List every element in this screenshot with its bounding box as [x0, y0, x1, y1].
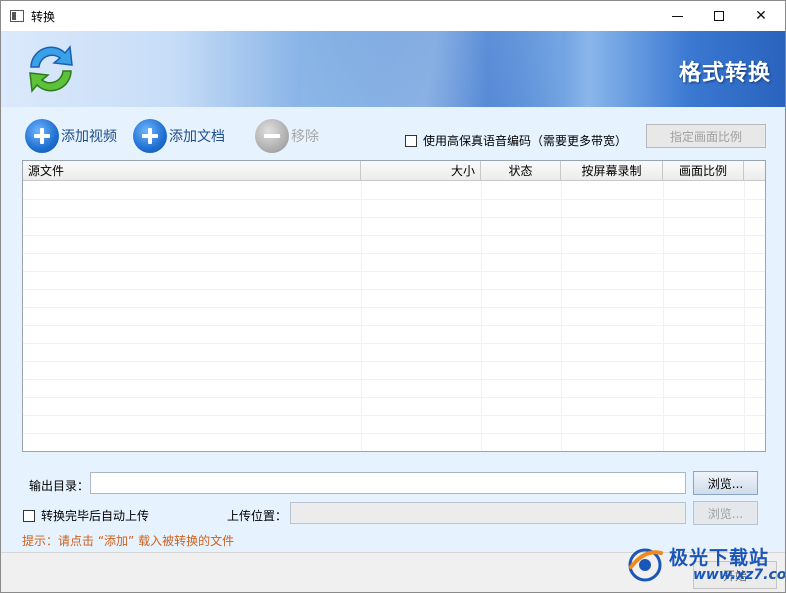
remove-button[interactable]: 移除: [255, 119, 319, 153]
upload-browse-button[interactable]: 浏览...: [693, 501, 758, 525]
maximize-button[interactable]: [698, 1, 740, 31]
minimize-button[interactable]: [656, 1, 698, 31]
add-video-label: 添加视频: [61, 129, 117, 145]
upload-location-label: 上传位置：: [227, 509, 288, 523]
file-table[interactable]: 源文件 大小 状态 按屏幕录制 画面比例: [22, 160, 766, 452]
plus-icon: [133, 119, 167, 153]
content-area: 添加视频 添加文档 移除 使用高保真语音编码（需要更多带宽） 指定画面比例 源文…: [1, 107, 785, 552]
add-document-label: 添加文档: [169, 129, 225, 145]
column-header-source-file[interactable]: 源文件: [23, 161, 361, 181]
column-header-size[interactable]: 大小: [361, 161, 481, 181]
main-window: 转换 ✕ 格式转换 添加视频 添加文档 移除 使用高保真语音编码（需要更多带宽）…: [0, 0, 786, 593]
column-header-screen-record[interactable]: 按屏幕录制: [561, 161, 663, 181]
minus-icon: [255, 119, 289, 153]
column-header-status[interactable]: 状态: [481, 161, 561, 181]
app-window-icon: [10, 10, 24, 22]
upload-location-input[interactable]: [290, 502, 686, 524]
hint-text: 提示：请点击 “添加” 载入被转换的文件: [22, 534, 235, 548]
minimize-icon: [671, 15, 683, 17]
auto-upload-label: 转换完毕后自动上传: [41, 509, 150, 523]
output-browse-button[interactable]: 浏览...: [693, 471, 758, 495]
hq-audio-label: 使用高保真语音编码（需要更多带宽）: [423, 134, 628, 148]
auto-upload-checkbox[interactable]: [23, 509, 35, 522]
refresh-arrows-icon: [29, 45, 73, 93]
remove-label: 移除: [291, 129, 319, 145]
site-watermark: 极光下载站 www.xz7.com: [625, 541, 785, 591]
add-video-button[interactable]: 添加视频: [25, 119, 117, 153]
window-title: 转换: [31, 10, 56, 24]
set-aspect-ratio-button[interactable]: 指定画面比例: [646, 124, 766, 148]
hq-audio-option[interactable]: 使用高保真语音编码（需要更多带宽）: [405, 132, 627, 149]
watermark-brand: 极光下载站: [669, 547, 770, 569]
close-icon: ✕: [755, 8, 767, 24]
header-banner: 格式转换: [1, 31, 785, 107]
title-bar: 转换 ✕: [1, 1, 785, 31]
column-header-aspect-ratio[interactable]: 画面比例: [663, 161, 744, 181]
aurora-logo-icon: [628, 548, 663, 582]
table-body: [23, 181, 765, 451]
auto-upload-option[interactable]: 转换完毕后自动上传: [23, 507, 149, 524]
plus-icon: [25, 119, 59, 153]
add-document-button[interactable]: 添加文档: [133, 119, 225, 153]
close-button[interactable]: ✕: [740, 1, 782, 31]
output-dir-input[interactable]: [90, 472, 686, 494]
hq-audio-checkbox[interactable]: [405, 134, 417, 147]
watermark-url: www.xz7.com: [693, 567, 786, 583]
banner-highlight: [301, 31, 561, 107]
banner-title: 格式转换: [678, 61, 771, 86]
maximize-icon: [714, 11, 724, 21]
table-header: 源文件 大小 状态 按屏幕录制 画面比例: [23, 161, 765, 181]
output-dir-label: 输出目录：: [29, 479, 90, 493]
